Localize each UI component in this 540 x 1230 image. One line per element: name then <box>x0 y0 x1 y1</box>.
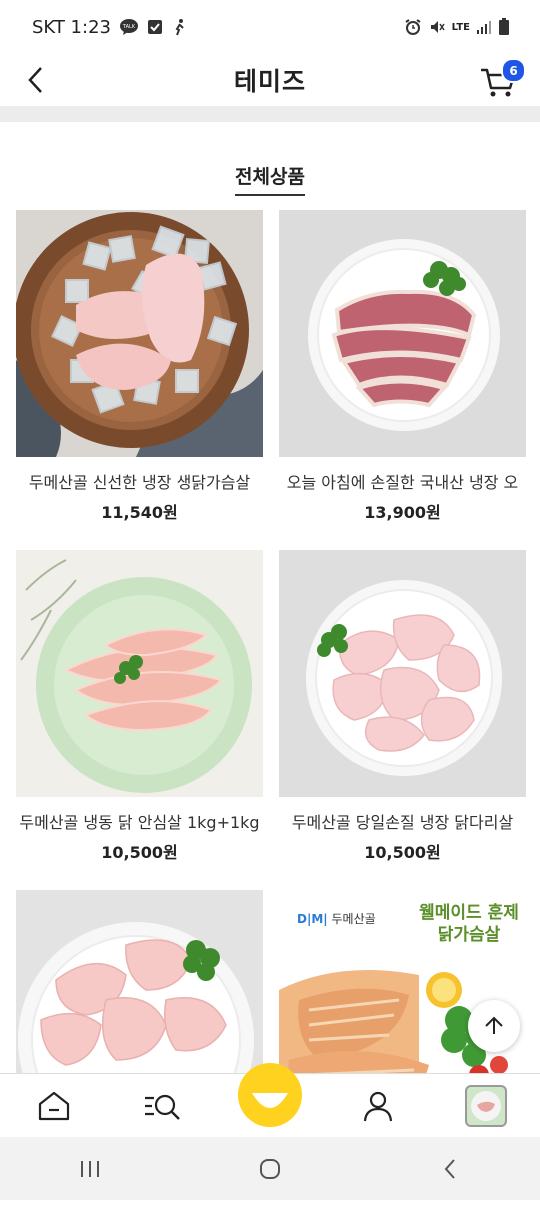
section-title: 전체상품 <box>235 166 305 196</box>
back-system-button[interactable] <box>420 1144 480 1194</box>
product-price: 13,900원 <box>364 503 441 522</box>
cart-button[interactable]: 6 <box>478 58 526 102</box>
recent-apps-button[interactable] <box>60 1144 120 1194</box>
product-name: 두메산골 당일손질 냉장 닭다리살 <box>291 813 514 832</box>
home-icon <box>38 1091 70 1121</box>
product-price: 10,500원 <box>364 843 441 862</box>
check-icon <box>147 19 163 35</box>
signal-icon <box>476 19 492 35</box>
section-header: 전체상품 <box>0 162 540 196</box>
nav-home-button[interactable] <box>22 1074 86 1138</box>
product-price: 10,500원 <box>101 843 178 862</box>
product-image <box>279 210 526 457</box>
alarm-icon <box>404 18 422 36</box>
product-name: 두메산골 냉동 닭 안심살 1kg+1kg <box>19 813 260 832</box>
product-image <box>279 550 526 797</box>
product-name: 오늘 아침에 손질한 국내산 냉장 오 <box>286 473 519 492</box>
walk-icon <box>171 18 187 36</box>
page-title: 테미즈 <box>233 67 306 96</box>
nav-category-search-button[interactable] <box>130 1074 194 1138</box>
scroll-top-button[interactable] <box>468 1000 520 1052</box>
smile-icon <box>252 1093 288 1108</box>
product-image <box>16 550 263 797</box>
product-image <box>16 210 263 457</box>
status-bar: SKT 1:23 TALK LTE <box>0 0 540 54</box>
back-icon <box>28 67 42 93</box>
talk-icon: TALK <box>119 18 139 36</box>
product-card[interactable]: 두메산골 당일손질 냉장 닭다리살 10,500원 <box>279 550 526 890</box>
nav-recent-button[interactable] <box>454 1074 518 1138</box>
product-card[interactable]: 오늘 아침에 손질한 국내산 냉장 오 13,900원 <box>279 210 526 550</box>
system-navigation-bar <box>0 1137 540 1200</box>
section-divider <box>0 106 540 122</box>
svg-text:TALK: TALK <box>122 24 136 30</box>
menu-search-icon <box>145 1094 180 1120</box>
user-icon <box>363 1091 393 1122</box>
product-name: 두메산골 신선한 냉장 생닭가슴살 <box>28 473 251 492</box>
battery-icon <box>498 18 510 36</box>
cart-count-badge: 6 <box>501 58 526 83</box>
recent-icon <box>465 1085 507 1127</box>
status-time: SKT 1:23 <box>32 16 111 38</box>
arrow-up-icon <box>485 1016 503 1034</box>
back-button[interactable] <box>18 62 54 98</box>
home-system-button[interactable] <box>240 1144 300 1194</box>
product-card[interactable]: 두메산골 냉동 닭 안심살 1kg+1kg 10,500원 <box>16 550 263 890</box>
back-chevron-icon <box>444 1158 455 1179</box>
network-label: LTE <box>451 21 470 33</box>
product-card[interactable]: 두메산골 신선한 냉장 생닭가슴살 11,540원 <box>16 210 263 550</box>
app-header: 테미즈 6 <box>0 54 540 106</box>
home-circle-icon <box>260 1158 280 1179</box>
recent-apps-icon <box>81 1160 99 1177</box>
product-price: 11,540원 <box>101 503 178 522</box>
mute-icon <box>428 18 446 36</box>
nav-mypage-button[interactable] <box>346 1074 410 1138</box>
nav-center-button[interactable] <box>238 1063 302 1127</box>
